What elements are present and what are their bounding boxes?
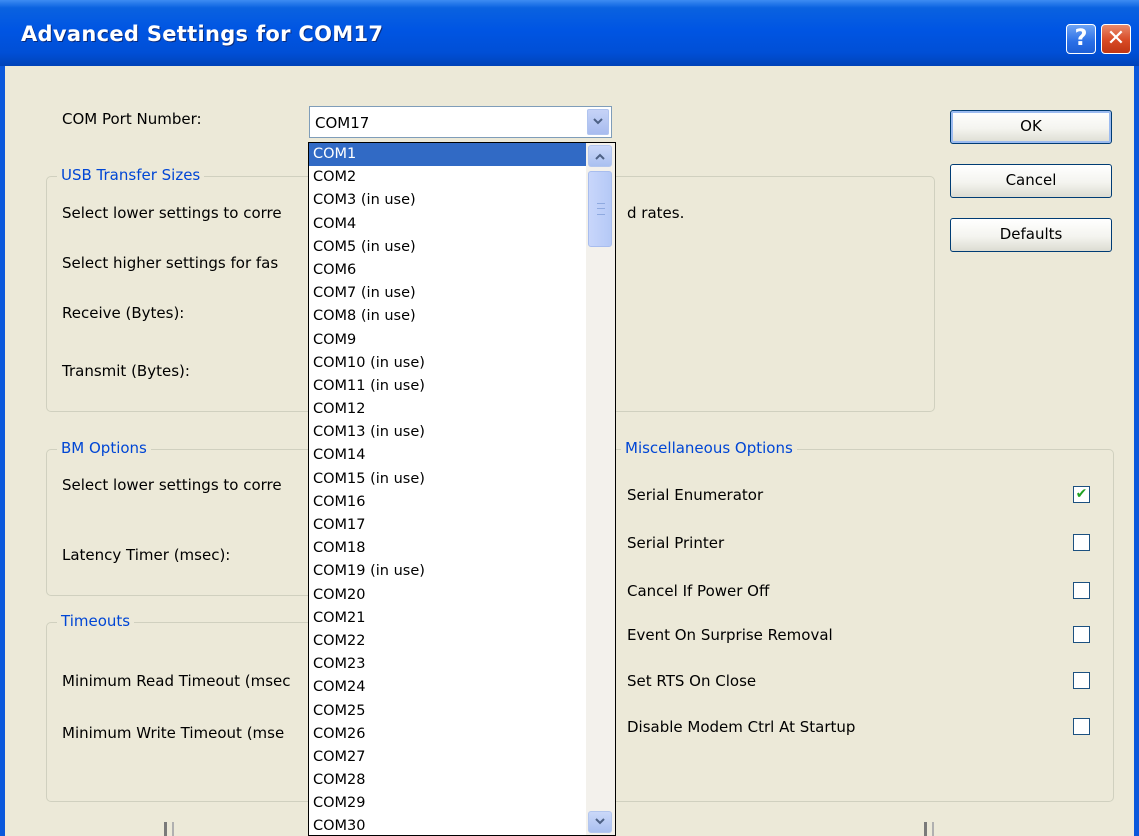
dropdown-option[interactable]: COM6 [309,259,615,282]
check-mark-icon: ✔ [1075,486,1088,502]
dropdown-option[interactable]: COM9 [309,329,615,352]
serial-printer-label: Serial Printer [627,534,725,552]
close-button[interactable]: ✕ [1101,24,1131,54]
cancel-if-power-off-checkbox[interactable] [1073,582,1090,599]
serial-printer-checkbox[interactable] [1073,534,1090,551]
serial-enumerator-label: Serial Enumerator [627,486,764,504]
dropdown-option[interactable]: COM18 [309,537,615,560]
com-port-label: COM Port Number: [62,110,202,128]
scroll-thumb[interactable] [588,171,612,247]
dropdown-button[interactable] [587,109,609,135]
timeouts-legend: Timeouts [57,612,135,630]
ok-button[interactable]: OK [950,110,1112,144]
dropdown-option[interactable]: COM22 [309,630,615,653]
dropdown-option[interactable]: COM16 [309,491,615,514]
latency-timer-label: Latency Timer (msec): [62,546,231,564]
dropdown-option[interactable]: COM25 [309,700,615,723]
dropdown-option[interactable]: COM10 (in use) [309,352,615,375]
grip-icon [597,203,605,215]
event-on-surprise-removal-checkbox[interactable] [1073,626,1090,643]
dropdown-option[interactable]: COM1 [309,143,615,167]
scroll-down-button[interactable] [588,811,612,833]
window-title: Advanced Settings for COM17 [21,22,384,46]
disable-modem-ctrl-label: Disable Modem Ctrl At Startup [627,718,856,736]
dropdown-option[interactable]: COM13 (in use) [309,421,615,444]
title-bar[interactable]: Advanced Settings for COM17 ? ✕ [0,0,1139,66]
receive-bytes-label: Receive (Bytes): [62,304,185,322]
dropdown-option[interactable]: COM15 (in use) [309,468,615,491]
dropdown-option[interactable]: COM2 [309,166,615,189]
disable-modem-ctrl-checkbox[interactable] [1073,718,1090,735]
set-rts-on-close-label: Set RTS On Close [627,672,757,690]
bm-options-group [46,449,318,596]
chevron-up-icon [595,153,605,160]
help-button[interactable]: ? [1066,24,1096,54]
dropdown-scrollbar[interactable] [586,143,615,835]
usb-lower-settings-text: Select lower settings to corre [62,204,282,222]
cancel-if-power-off-label: Cancel If Power Off [627,582,770,600]
timeouts-group [46,622,318,802]
dropdown-option[interactable]: COM3 (in use) [309,189,615,212]
defaults-button[interactable]: Defaults [950,218,1112,252]
scroll-up-button[interactable] [588,145,612,167]
dropdown-option[interactable]: COM24 [309,676,615,699]
dropdown-option[interactable]: COM21 [309,607,615,630]
dropdown-options: COM1 COM2 COM3 (in use) COM4 COM5 (in use) CO… [309,143,615,835]
usb-higher-settings-text: Select higher settings for fas [62,254,279,272]
usb-transfer-sizes-legend: USB Transfer Sizes [57,166,205,184]
window-frame-right [1134,66,1139,836]
dropdown-option[interactable]: COM4 [309,213,615,236]
dropdown-option[interactable]: COM8 (in use) [309,305,615,328]
com-port-dropdown-list[interactable]: COM1 COM2 COM3 (in use) COM4 COM5 (in use) CO… [308,142,616,836]
dropdown-option[interactable]: COM7 (in use) [309,282,615,305]
dropdown-option[interactable]: COM26 [309,723,615,746]
dropdown-option[interactable]: COM23 [309,653,615,676]
usb-lower-settings-text-end: d rates. [627,204,685,222]
bm-lower-settings-text: Select lower settings to corre [62,476,282,494]
bm-options-legend: BM Options [57,439,151,457]
advanced-settings-window: Advanced Settings for COM17 ? ✕ COM Port… [0,0,1139,836]
dropdown-option[interactable]: COM30 [309,815,615,835]
com-port-combobox[interactable]: COM17 [309,106,612,138]
dropdown-option[interactable]: COM11 (in use) [309,375,615,398]
dropdown-option[interactable]: COM5 (in use) [309,236,615,259]
dropdown-option[interactable]: COM28 [309,769,615,792]
misc-options-legend: Miscellaneous Options [621,439,797,457]
chevron-down-icon [595,818,605,825]
dropdown-option[interactable]: COM17 [309,514,615,537]
dropdown-option[interactable]: COM27 [309,746,615,769]
set-rts-on-close-checkbox[interactable] [1073,672,1090,689]
dropdown-option[interactable]: COM12 [309,398,615,421]
transmit-bytes-label: Transmit (Bytes): [62,362,190,380]
cancel-button[interactable]: Cancel [950,164,1112,198]
background-window-edge [164,822,1114,836]
com-port-selected-value: COM17 [315,114,370,132]
serial-enumerator-checkbox[interactable]: ✔ [1073,486,1090,503]
event-on-surprise-removal-label: Event On Surprise Removal [627,626,833,644]
chevron-down-icon [593,118,603,125]
min-write-timeout-label: Minimum Write Timeout (mse [62,724,285,742]
dropdown-option[interactable]: COM19 (in use) [309,560,615,583]
dropdown-option[interactable]: COM14 [309,444,615,467]
dropdown-option[interactable]: COM20 [309,584,615,607]
dropdown-option[interactable]: COM29 [309,792,615,815]
min-read-timeout-label: Minimum Read Timeout (msec [62,672,291,690]
